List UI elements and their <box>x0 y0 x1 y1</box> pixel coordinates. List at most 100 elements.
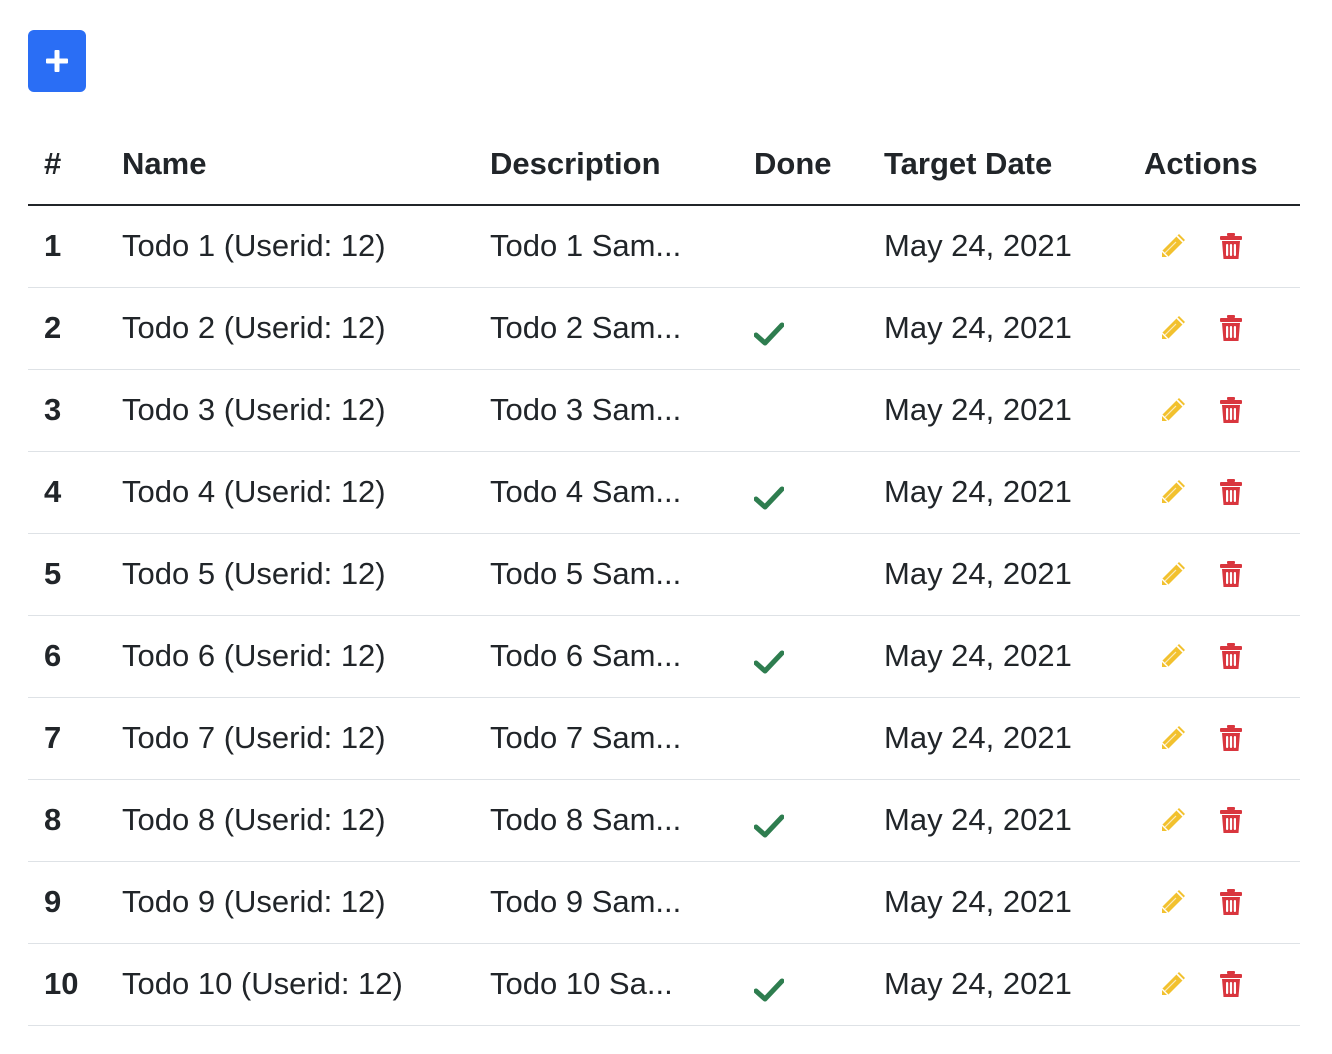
check-icon <box>753 646 785 674</box>
todo-name: Todo 2 (Userid: 12) <box>106 287 474 370</box>
trash-icon[interactable] <box>1216 395 1246 425</box>
todo-name: Todo 5 (Userid: 12) <box>106 533 474 616</box>
row-index: 3 <box>28 369 106 452</box>
row-index: 4 <box>28 451 106 534</box>
trash-icon[interactable] <box>1216 805 1246 835</box>
table-header-row: # Name Description Done Target Date Acti… <box>28 124 1300 206</box>
trash-icon[interactable] <box>1216 477 1246 507</box>
target-date: May 24, 2021 <box>868 205 1128 288</box>
target-date: May 24, 2021 <box>868 697 1128 780</box>
todo-name: Todo 1 (Userid: 12) <box>106 205 474 288</box>
actions-cell <box>1128 861 1300 944</box>
todo-description: Todo 1 Sam... <box>474 205 738 288</box>
row-index: 2 <box>28 287 106 370</box>
check-icon <box>753 974 785 1002</box>
done-cell <box>738 287 868 370</box>
pencil-icon[interactable] <box>1158 559 1188 589</box>
target-date: May 24, 2021 <box>868 943 1128 1026</box>
done-cell <box>738 697 868 780</box>
pencil-icon[interactable] <box>1158 313 1188 343</box>
pencil-icon[interactable] <box>1158 969 1188 999</box>
plus-icon <box>46 50 68 72</box>
done-cell <box>738 861 868 944</box>
actions-cell <box>1128 451 1300 534</box>
table-row: 1 Todo 1 (Userid: 12) Todo 1 Sam... May 24,… <box>28 205 1300 288</box>
trash-icon[interactable] <box>1216 313 1246 343</box>
todo-description: Todo 10 Sa... <box>474 943 738 1026</box>
table-row: 4 Todo 4 (Userid: 12) Todo 4 Sam... May 24,… <box>28 451 1300 534</box>
target-date: May 24, 2021 <box>868 861 1128 944</box>
pencil-icon[interactable] <box>1158 477 1188 507</box>
actions-cell <box>1128 533 1300 616</box>
pencil-icon[interactable] <box>1158 231 1188 261</box>
row-index: 10 <box>28 943 106 1026</box>
todo-name: Todo 3 (Userid: 12) <box>106 369 474 452</box>
todo-description: Todo 9 Sam... <box>474 861 738 944</box>
row-index: 8 <box>28 779 106 862</box>
done-cell <box>738 205 868 288</box>
pencil-icon[interactable] <box>1158 805 1188 835</box>
todo-name: Todo 8 (Userid: 12) <box>106 779 474 862</box>
trash-icon[interactable] <box>1216 969 1246 999</box>
add-todo-button[interactable] <box>28 30 86 92</box>
trash-icon[interactable] <box>1216 559 1246 589</box>
column-header-actions: Actions <box>1128 124 1300 206</box>
target-date: May 24, 2021 <box>868 451 1128 534</box>
todo-name: Todo 4 (Userid: 12) <box>106 451 474 534</box>
todo-name: Todo 6 (Userid: 12) <box>106 615 474 698</box>
actions-cell <box>1128 205 1300 288</box>
column-header-index: # <box>28 124 106 206</box>
actions-cell <box>1128 943 1300 1026</box>
done-cell <box>738 369 868 452</box>
check-icon <box>753 318 785 346</box>
table-row: 7 Todo 7 (Userid: 12) Todo 7 Sam... May 24,… <box>28 697 1300 780</box>
trash-icon[interactable] <box>1216 641 1246 671</box>
column-header-target-date: Target Date <box>868 124 1128 206</box>
row-index: 6 <box>28 615 106 698</box>
table-row: 3 Todo 3 (Userid: 12) Todo 3 Sam... May 24,… <box>28 369 1300 452</box>
pencil-icon[interactable] <box>1158 641 1188 671</box>
trash-icon[interactable] <box>1216 723 1246 753</box>
target-date: May 24, 2021 <box>868 615 1128 698</box>
table-row: 6 Todo 6 (Userid: 12) Todo 6 Sam... May 24,… <box>28 615 1300 698</box>
todo-description: Todo 3 Sam... <box>474 369 738 452</box>
check-icon <box>753 482 785 510</box>
row-index: 1 <box>28 205 106 288</box>
todo-description: Todo 4 Sam... <box>474 451 738 534</box>
actions-cell <box>1128 697 1300 780</box>
done-cell <box>738 451 868 534</box>
actions-cell <box>1128 615 1300 698</box>
todo-table: # Name Description Done Target Date Acti… <box>28 124 1300 1026</box>
table-row: 5 Todo 5 (Userid: 12) Todo 5 Sam... May 24,… <box>28 533 1300 616</box>
actions-cell <box>1128 369 1300 452</box>
todo-description: Todo 2 Sam... <box>474 287 738 370</box>
check-icon <box>753 810 785 838</box>
row-index: 5 <box>28 533 106 616</box>
table-row: 8 Todo 8 (Userid: 12) Todo 8 Sam... May 24,… <box>28 779 1300 862</box>
pencil-icon[interactable] <box>1158 395 1188 425</box>
todo-description: Todo 5 Sam... <box>474 533 738 616</box>
row-index: 7 <box>28 697 106 780</box>
trash-icon[interactable] <box>1216 887 1246 917</box>
pencil-icon[interactable] <box>1158 887 1188 917</box>
pencil-icon[interactable] <box>1158 723 1188 753</box>
column-header-name: Name <box>106 124 474 206</box>
actions-cell <box>1128 287 1300 370</box>
done-cell <box>738 615 868 698</box>
trash-icon[interactable] <box>1216 231 1246 261</box>
column-header-description: Description <box>474 124 738 206</box>
done-cell <box>738 533 868 616</box>
table-row: 2 Todo 2 (Userid: 12) Todo 2 Sam... May 24,… <box>28 287 1300 370</box>
target-date: May 24, 2021 <box>868 287 1128 370</box>
done-cell <box>738 779 868 862</box>
todo-description: Todo 7 Sam... <box>474 697 738 780</box>
actions-cell <box>1128 779 1300 862</box>
todo-page: # Name Description Done Target Date Acti… <box>0 0 1332 1054</box>
target-date: May 24, 2021 <box>868 533 1128 616</box>
column-header-done: Done <box>738 124 868 206</box>
todo-name: Todo 7 (Userid: 12) <box>106 697 474 780</box>
todo-description: Todo 8 Sam... <box>474 779 738 862</box>
done-cell <box>738 943 868 1026</box>
table-row: 9 Todo 9 (Userid: 12) Todo 9 Sam... May 24,… <box>28 861 1300 944</box>
table-body: 1 Todo 1 (Userid: 12) Todo 1 Sam... May 24,… <box>28 205 1300 1026</box>
